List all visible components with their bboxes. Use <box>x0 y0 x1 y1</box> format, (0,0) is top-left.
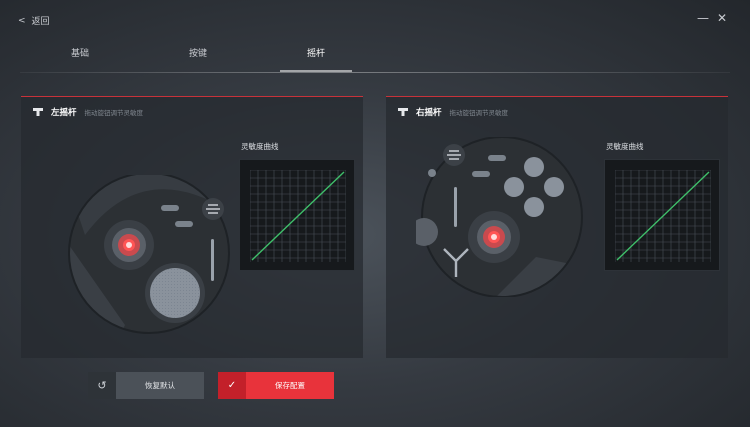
back-button[interactable]: < 返回 <box>18 14 50 28</box>
joystick-icon <box>33 108 43 116</box>
sensitivity-curve-chart[interactable] <box>239 159 355 271</box>
panel-title: 右摇杆 <box>416 108 442 118</box>
minimize-button[interactable]: — <box>697 12 709 24</box>
panel-header: 右摇杆 拖动旋钮调节灵敏度 <box>398 106 508 118</box>
left-controller-illustration <box>68 175 230 334</box>
left-joystick-panel: 左摇杆 拖动旋钮调节灵敏度 灵敏度曲线 <box>21 96 363 358</box>
back-label: 返回 <box>31 17 50 27</box>
joystick-icon <box>398 108 408 116</box>
save-label: 保存配置 <box>275 381 305 390</box>
curve-label: 灵敏度曲线 <box>241 142 279 151</box>
check-icon: ✓ <box>218 372 246 399</box>
undo-icon: ↺ <box>88 372 116 399</box>
sensitivity-curve-chart[interactable] <box>604 159 720 271</box>
tab-bar: 基础 按键 摇杆 <box>0 46 750 72</box>
title-bar: < 返回 — ✕ <box>0 0 750 40</box>
close-button[interactable]: ✕ <box>717 12 727 24</box>
tab-joystick[interactable]: 摇杆 <box>286 46 346 59</box>
panel-header: 左摇杆 拖动旋钮调节灵敏度 <box>33 106 143 118</box>
tab-divider <box>20 72 730 73</box>
panel-subtitle: 拖动旋钮调节灵敏度 <box>449 109 509 117</box>
tab-basic[interactable]: 基础 <box>50 46 110 59</box>
chevron-left-icon: < <box>18 15 26 26</box>
panel-subtitle: 拖动旋钮调节灵敏度 <box>84 109 144 117</box>
reset-label: 恢复默认 <box>145 381 175 390</box>
panel-title: 左摇杆 <box>51 108 77 118</box>
tab-buttons[interactable]: 按键 <box>168 46 228 59</box>
right-controller-illustration <box>416 137 583 297</box>
tab-active-indicator <box>280 70 352 72</box>
right-joystick-panel: 右摇杆 拖动旋钮调节灵敏度 灵敏度曲线 <box>386 96 728 358</box>
reset-defaults-button[interactable]: ↺ 恢复默认 <box>88 372 204 399</box>
save-config-button[interactable]: ✓ 保存配置 <box>218 372 334 399</box>
curve-label: 灵敏度曲线 <box>606 142 644 151</box>
